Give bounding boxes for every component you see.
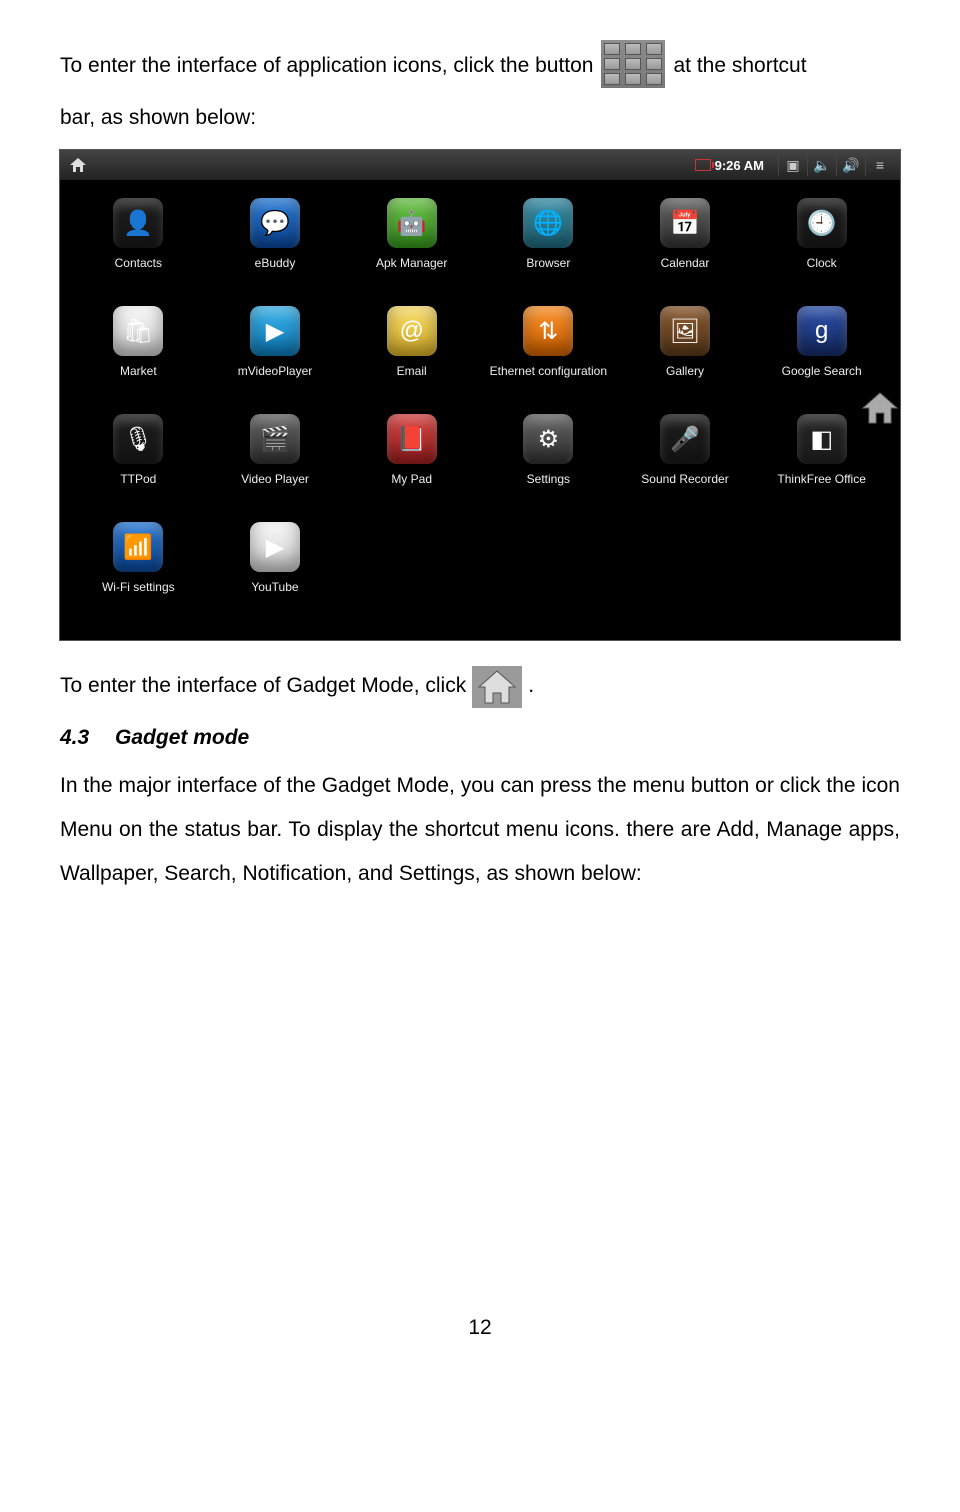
text-segment: To enter the interface of Gadget Mode, c… <box>60 664 466 708</box>
screenshot-app-drawer: 9:26 AM ▣ 🔈 🔊 ≡ 👤 Contacts 💬 eBuddy 🤖 Apk Man… <box>60 150 900 640</box>
app-grid: 👤 Contacts 💬 eBuddy 🤖 Apk Manager 🌐 Browser 📅 Cal… <box>60 180 900 624</box>
app-gallery[interactable]: 🖼 Gallery <box>617 306 754 408</box>
app-calendar[interactable]: 📅 Calendar <box>617 198 754 300</box>
section-number: 4.3 <box>60 726 89 749</box>
app-label: Market <box>120 364 157 378</box>
app-google-search-icon: g <box>797 306 847 356</box>
app-youtube-icon: ▶ <box>250 522 300 572</box>
home-icon[interactable] <box>66 154 90 176</box>
app-thinkfree-office-icon: ◧ <box>797 414 847 464</box>
app-ebuddy-icon: 💬 <box>250 198 300 248</box>
app-label: TTPod <box>120 472 156 486</box>
app-email[interactable]: @ Email <box>343 306 480 408</box>
menu-icon[interactable]: ≡ <box>865 154 894 176</box>
app-label: My Pad <box>391 472 432 486</box>
app-clock-icon: 🕘 <box>797 198 847 248</box>
app-browser-icon: 🌐 <box>523 198 573 248</box>
app-label: Calendar <box>661 256 710 270</box>
app-label: Email <box>397 364 427 378</box>
volume-down-icon[interactable]: 🔈 <box>807 154 836 176</box>
app-label: eBuddy <box>255 256 296 270</box>
app-market[interactable]: 🛍 Market <box>70 306 207 408</box>
app-mvideoplayer-icon: ▶ <box>250 306 300 356</box>
app-label: Video Player <box>241 472 309 486</box>
app-label: mVideoPlayer <box>238 364 312 378</box>
app-sound-recorder-icon: 🎤 <box>660 414 710 464</box>
app-ebuddy[interactable]: 💬 eBuddy <box>207 198 344 300</box>
app-label: Wi-Fi settings <box>102 580 175 594</box>
app-video-player-icon: 🎬 <box>250 414 300 464</box>
apps-grid-icon <box>601 40 665 88</box>
app-mvideoplayer[interactable]: ▶ mVideoPlayer <box>207 306 344 408</box>
app-wifi-settings[interactable]: 📶 Wi-Fi settings <box>70 522 207 624</box>
app-my-pad[interactable]: 📕 My Pad <box>343 414 480 516</box>
section-title: Gadget mode <box>115 726 249 749</box>
app-ethernet-configuration-icon: ⇅ <box>523 306 573 356</box>
app-ttpod-icon: 🎙 <box>113 414 163 464</box>
app-label: Clock <box>807 256 837 270</box>
app-apk-manager[interactable]: 🤖 Apk Manager <box>343 198 480 300</box>
app-clock[interactable]: 🕘 Clock <box>753 198 890 300</box>
app-calendar-icon: 📅 <box>660 198 710 248</box>
app-settings[interactable]: ⚙ Settings <box>480 414 617 516</box>
app-label: Ethernet configuration <box>490 364 607 378</box>
app-label: Contacts <box>115 256 162 270</box>
app-label: YouTube <box>251 580 298 594</box>
home-shortcut-icon[interactable] <box>858 388 902 428</box>
app-market-icon: 🛍 <box>113 306 163 356</box>
app-contacts-icon: 👤 <box>113 198 163 248</box>
app-email-icon: @ <box>387 306 437 356</box>
app-thinkfree-office[interactable]: ◧ ThinkFree Office <box>753 414 890 516</box>
section-heading: 4.3 Gadget mode <box>60 726 900 750</box>
app-sound-recorder[interactable]: 🎤 Sound Recorder <box>617 414 754 516</box>
app-label: Sound Recorder <box>641 472 728 486</box>
app-label: Apk Manager <box>376 256 447 270</box>
paragraph: In the major interface of the Gadget Mod… <box>60 764 900 896</box>
app-wifi-settings-icon: 📶 <box>113 522 163 572</box>
app-my-pad-icon: 📕 <box>387 414 437 464</box>
text-segment: To enter the interface of application ic… <box>60 44 593 88</box>
app-label: Settings <box>527 472 570 486</box>
volume-up-icon[interactable]: 🔊 <box>836 154 865 176</box>
camera-icon[interactable]: ▣ <box>778 154 807 176</box>
home-icon <box>472 666 522 708</box>
status-bar: 9:26 AM ▣ 🔈 🔊 ≡ <box>60 150 900 180</box>
page-number: 12 <box>60 1316 900 1340</box>
app-settings-icon: ⚙ <box>523 414 573 464</box>
app-contacts[interactable]: 👤 Contacts <box>70 198 207 300</box>
app-browser[interactable]: 🌐 Browser <box>480 198 617 300</box>
app-youtube[interactable]: ▶ YouTube <box>207 522 344 624</box>
app-label: ThinkFree Office <box>777 472 865 486</box>
battery-low-icon <box>695 159 711 171</box>
app-label: Google Search <box>782 364 862 378</box>
app-label: Browser <box>526 256 570 270</box>
app-apk-manager-icon: 🤖 <box>387 198 437 248</box>
status-time: 9:26 AM <box>715 158 764 173</box>
text-segment: bar, as shown below: <box>60 96 900 140</box>
app-gallery-icon: 🖼 <box>660 306 710 356</box>
text-segment: . <box>528 664 534 708</box>
app-video-player[interactable]: 🎬 Video Player <box>207 414 344 516</box>
app-ttpod[interactable]: 🎙 TTPod <box>70 414 207 516</box>
app-ethernet-configuration[interactable]: ⇅ Ethernet configuration <box>480 306 617 408</box>
app-label: Gallery <box>666 364 704 378</box>
text-segment: at the shortcut <box>673 44 806 88</box>
